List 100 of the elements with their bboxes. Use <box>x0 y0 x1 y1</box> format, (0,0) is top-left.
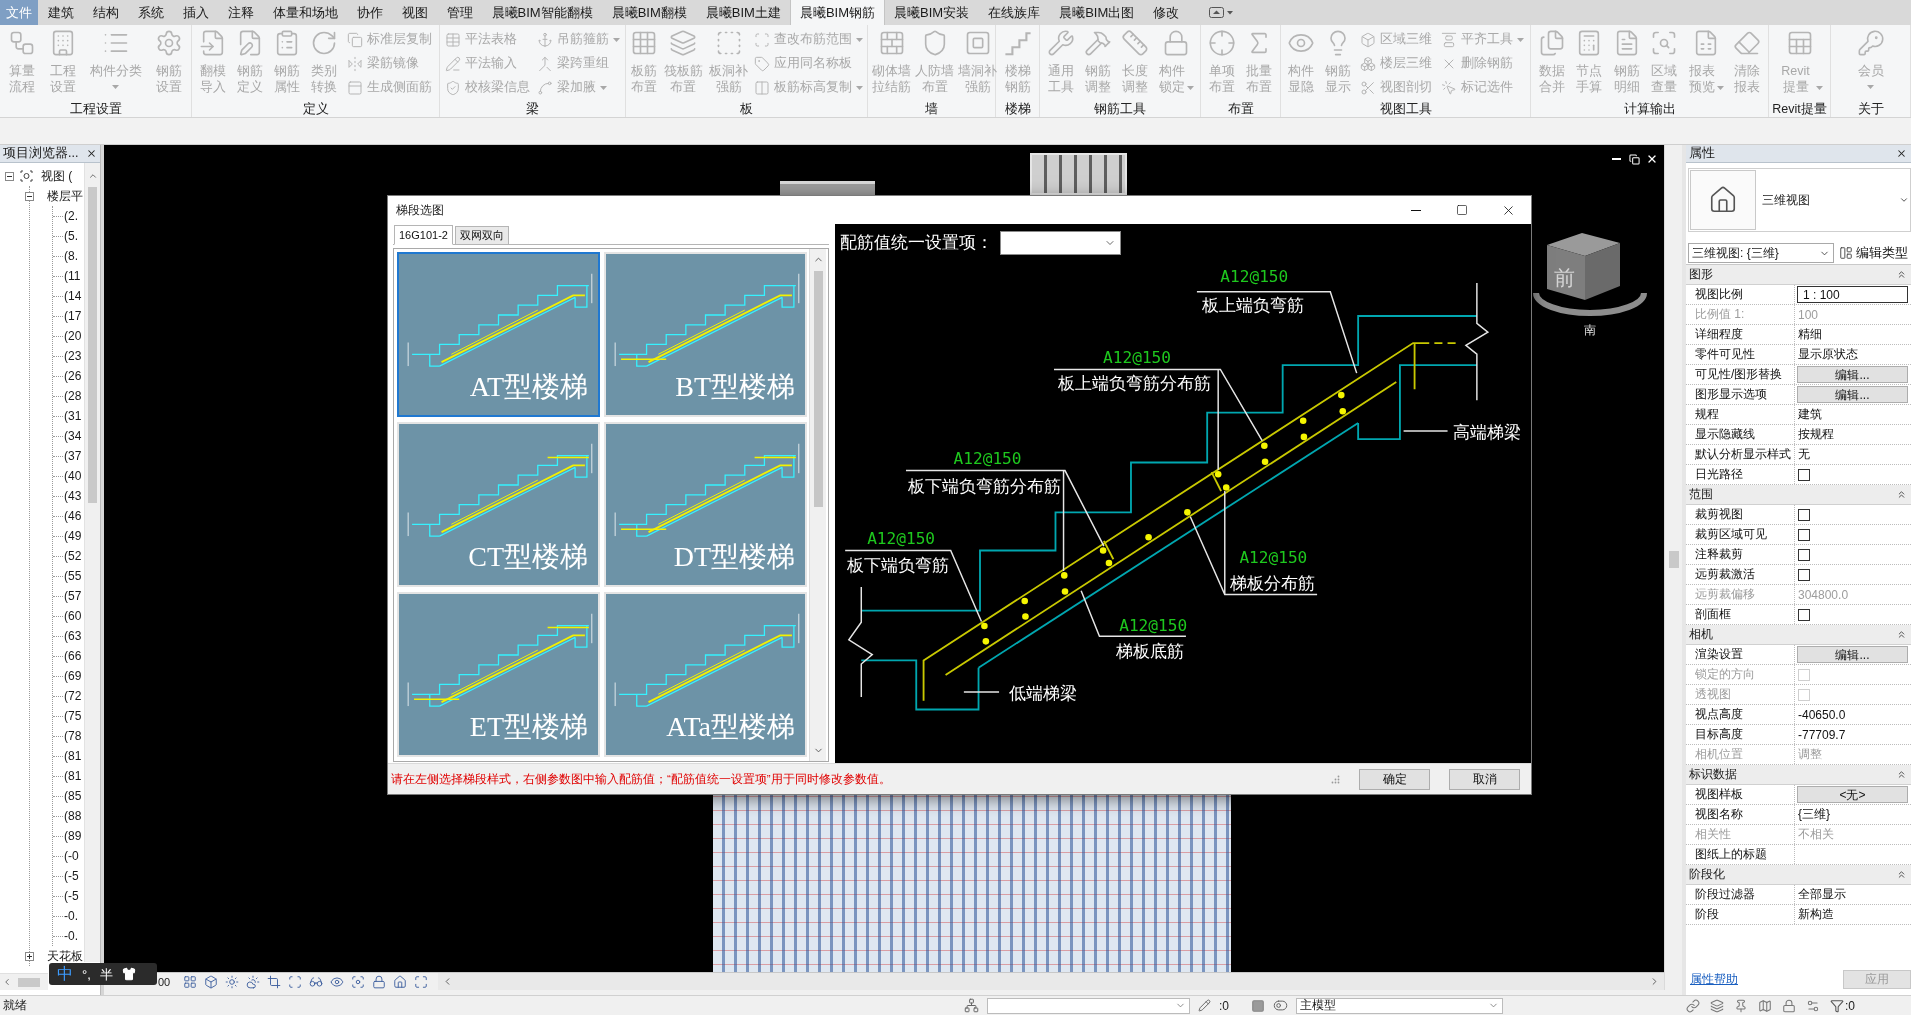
edit-button[interactable]: 编辑... <box>1797 386 1908 403</box>
ime-toggle[interactable]: 中 <box>57 966 73 982</box>
edit-type-button[interactable]: 编辑类型 <box>1839 243 1911 263</box>
link-icon[interactable] <box>1686 998 1700 1013</box>
scrollbar-thumb[interactable] <box>813 271 823 507</box>
rebar-spec[interactable]: A12@150 <box>867 528 936 548</box>
tree-item[interactable]: (60 <box>64 609 82 623</box>
tree-item[interactable]: (-5 <box>64 869 79 883</box>
vertical-scrollbar[interactable] <box>809 249 826 761</box>
tree-item[interactable]: (66 <box>64 649 82 663</box>
tree-item[interactable]: (-0 <box>64 849 79 863</box>
shirt-icon[interactable] <box>121 967 136 981</box>
tree-item[interactable]: (63 <box>64 629 82 643</box>
checkbox[interactable] <box>1798 508 1810 521</box>
horizontal-scrollbar[interactable] <box>0 973 48 990</box>
expand-icon[interactable] <box>25 951 34 961</box>
tree-item[interactable]: (34 <box>64 429 82 443</box>
tree-item[interactable]: (72 <box>64 689 82 703</box>
tree-item[interactable]: (85 <box>64 789 82 803</box>
toggle-icon[interactable] <box>1273 998 1288 1013</box>
collapse-icon[interactable] <box>5 171 14 181</box>
menu-tab[interactable]: 晨曦BIM安装 <box>884 0 979 25</box>
tree-item[interactable]: (2. <box>64 209 78 223</box>
checkbox[interactable] <box>1798 468 1810 481</box>
rebar-spec[interactable]: A12@150 <box>1119 616 1188 636</box>
maximize-icon[interactable] <box>414 974 429 989</box>
edit-button[interactable]: <无> <box>1797 786 1908 803</box>
cube-icon[interactable] <box>204 974 219 989</box>
tree-item[interactable]: (88 <box>64 809 82 823</box>
tree-item[interactable]: (81 <box>64 749 82 763</box>
checkbox[interactable] <box>1798 528 1810 541</box>
tree-item[interactable]: (28 <box>64 389 82 403</box>
menu-tab[interactable]: 晨曦BIM出图 <box>1049 0 1144 25</box>
menu-tab[interactable]: 晨曦BIM翻模 <box>602 0 697 25</box>
tree-item[interactable]: (-5 <box>64 889 79 903</box>
grid-icon[interactable] <box>183 974 198 989</box>
menu-tab[interactable]: 结构 <box>83 0 128 25</box>
menu-tab[interactable]: 管理 <box>437 0 482 25</box>
restore-button[interactable] <box>1628 153 1640 165</box>
checkbox[interactable] <box>1798 568 1810 581</box>
tree-item[interactable]: (40 <box>64 469 82 483</box>
close-button[interactable] <box>1646 153 1658 165</box>
section-header[interactable]: 图形 <box>1686 265 1911 285</box>
close-icon[interactable] <box>1896 148 1907 159</box>
square-icon[interactable] <box>1251 998 1265 1013</box>
rebar-spec[interactable]: A12@150 <box>1220 267 1289 287</box>
house-icon[interactable] <box>393 974 408 989</box>
tree-item[interactable]: (49 <box>64 529 82 543</box>
tree-item[interactable]: (78 <box>64 729 82 743</box>
sliders-icon[interactable] <box>1806 998 1820 1013</box>
dialog-tab[interactable]: 双网双向 <box>454 226 509 244</box>
cancel-button[interactable]: 取消 <box>1449 768 1520 790</box>
section-header[interactable]: 相机 <box>1686 625 1911 645</box>
scroll-left-icon[interactable] <box>2 977 12 987</box>
model-dropdown[interactable]: 主模型 <box>1296 997 1503 1014</box>
tree-item[interactable]: 视图 ( <box>41 167 73 185</box>
ime-toggle[interactable]: 半 <box>99 967 113 981</box>
lock-icon[interactable] <box>372 974 387 989</box>
menu-tab[interactable]: 插入 <box>173 0 218 25</box>
tree-item[interactable]: (11 <box>64 269 81 283</box>
tree-item[interactable]: (17 <box>64 309 82 323</box>
tree-item[interactable]: (81 <box>64 769 82 783</box>
tree-item[interactable]: (55 <box>64 569 82 583</box>
tree-item[interactable]: -0. <box>64 909 78 923</box>
scan-icon[interactable] <box>288 974 303 989</box>
menu-tab[interactable]: 建筑 <box>38 0 83 25</box>
resize-grip-icon[interactable] <box>1331 774 1340 784</box>
menu-tab[interactable]: 注释 <box>218 0 263 25</box>
tree-item[interactable]: (20 <box>64 329 82 343</box>
section-header[interactable]: 标识数据 <box>1686 765 1911 785</box>
view-type-dropdown[interactable]: 三维视图: {三维} <box>1688 243 1834 263</box>
section-header[interactable]: 范围 <box>1686 485 1911 505</box>
tree-item[interactable]: (89 <box>64 829 82 843</box>
focus-icon[interactable] <box>351 974 366 989</box>
checkbox[interactable] <box>1798 608 1810 621</box>
collapse-icon[interactable] <box>25 191 34 201</box>
view-scale-label[interactable]: 00 <box>158 975 171 988</box>
tree-item[interactable]: (69 <box>64 669 82 683</box>
dialog-tab[interactable]: 16G101-2 <box>394 225 453 245</box>
tree-item[interactable]: (8. <box>64 249 78 263</box>
lock-icon[interactable] <box>1782 998 1796 1013</box>
menu-tab[interactable]: 晨曦BIM土建 <box>696 0 791 25</box>
cloud-sun-icon[interactable] <box>246 974 261 989</box>
scrollbar-thumb[interactable] <box>88 187 97 503</box>
menu-tab[interactable]: 体量和场地 <box>263 0 347 25</box>
checkbox[interactable] <box>1798 548 1810 561</box>
tree-item[interactable]: (26 <box>64 369 82 383</box>
ok-button[interactable]: 确定 <box>1359 768 1430 790</box>
network-icon[interactable] <box>963 998 979 1013</box>
tree-item[interactable]: (37 <box>64 449 82 463</box>
menu-tab[interactable]: 系统 <box>128 0 173 25</box>
sun-icon[interactable] <box>225 974 240 989</box>
horizontal-scrollbar[interactable] <box>438 973 1664 990</box>
tree-item[interactable]: (52 <box>64 549 82 563</box>
tree-item[interactable]: (23 <box>64 349 82 363</box>
workset-dropdown[interactable] <box>986 997 1190 1014</box>
tree-item[interactable]: 天花板 <box>47 947 83 965</box>
edit-button[interactable]: 编辑... <box>1797 366 1908 383</box>
menu-tab[interactable]: 晨曦BIM智能翻模 <box>482 0 603 25</box>
edit-button[interactable]: 编辑... <box>1797 646 1908 663</box>
